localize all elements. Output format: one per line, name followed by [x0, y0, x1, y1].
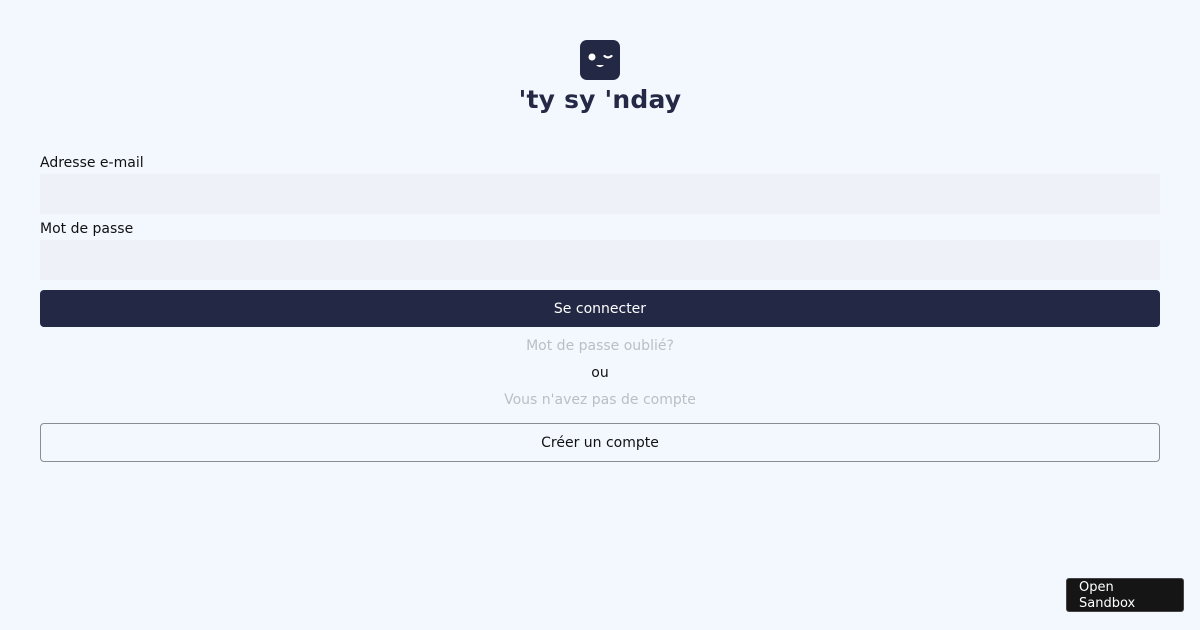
open-sandbox-button[interactable]: Open Sandbox [1066, 578, 1184, 612]
password-label: Mot de passe [40, 221, 134, 237]
login-page: 'ty sy 'nday Adresse e-mail Mot de passe… [0, 0, 1200, 630]
password-field[interactable] [40, 240, 1160, 280]
app-title: 'ty sy 'nday [518, 85, 682, 114]
create-account-button[interactable]: Créer un compte [40, 423, 1160, 462]
forgot-password-link[interactable]: Mot de passe oublié? [40, 336, 1160, 356]
no-account-text: Vous n'avez pas de compte [504, 392, 696, 408]
login-form: Adresse e-mail Mot de passe Se connecter… [40, 153, 1160, 462]
email-field[interactable] [40, 174, 1160, 214]
or-separator: ou [591, 365, 609, 381]
brand-header: 'ty sy 'nday [0, 40, 1200, 114]
winking-face-icon [580, 40, 620, 80]
login-button[interactable]: Se connecter [40, 290, 1160, 327]
email-label: Adresse e-mail [40, 155, 144, 171]
